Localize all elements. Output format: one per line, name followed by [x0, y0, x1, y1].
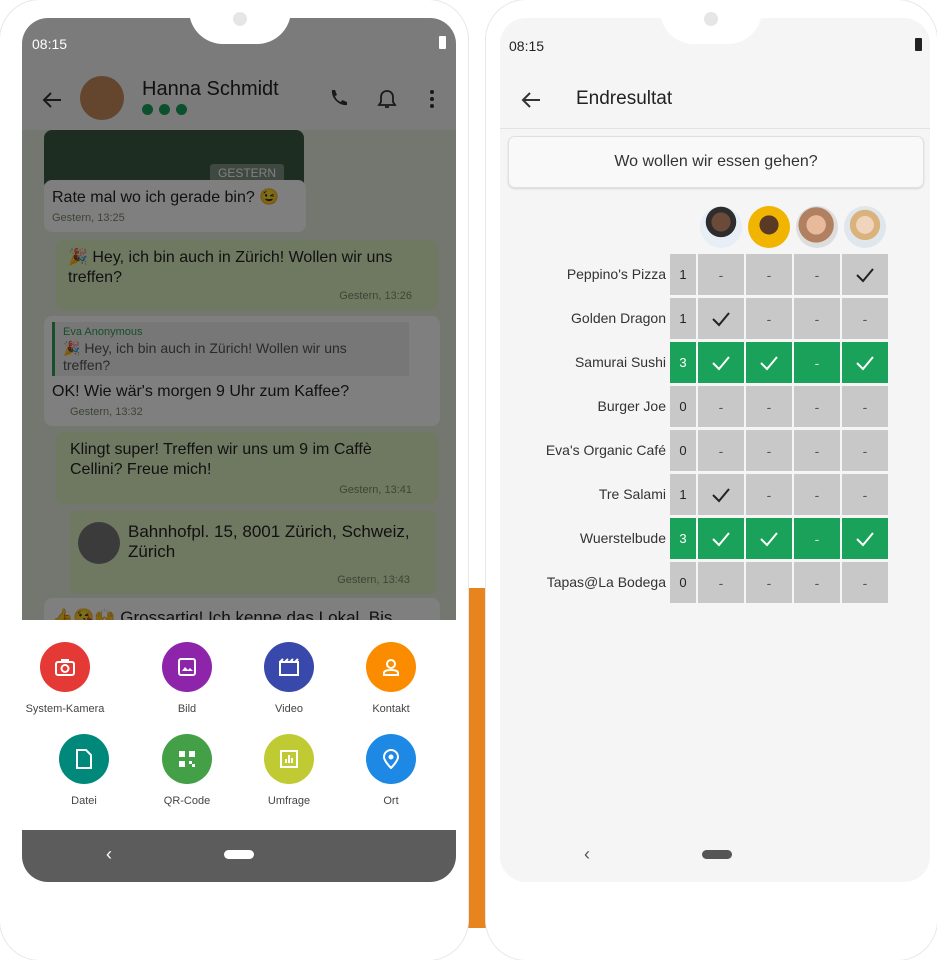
avatar[interactable] [700, 206, 742, 248]
vote-count: 0 [670, 430, 696, 471]
vote-empty-cell: - [746, 430, 792, 471]
attach-label: Ort [383, 795, 399, 807]
vote-check-icon [842, 254, 888, 295]
vote-check-icon [698, 518, 744, 559]
vote-count: 1 [670, 254, 696, 295]
video-icon [264, 642, 314, 692]
vote-empty-cell: - [794, 430, 840, 471]
vote-empty-cell: - [746, 254, 792, 295]
vote-empty-cell: - [842, 474, 888, 515]
vote-check-icon [698, 474, 744, 515]
vote-empty-cell: - [698, 254, 744, 295]
attach-label: QR-Code [163, 795, 211, 807]
vote-empty-cell: - [842, 386, 888, 427]
qr-code-icon [162, 734, 212, 784]
attach-image-button[interactable]: Bild [137, 642, 237, 715]
vote-empty-cell: - [842, 562, 888, 603]
system-nav-bar: ‹ [22, 830, 456, 882]
poll-icon [264, 734, 314, 784]
result-option-label: Samurai Sushi [574, 354, 666, 370]
file-icon [59, 734, 109, 784]
nav-back-icon[interactable]: ‹ [584, 844, 590, 865]
system-nav-bar: ‹ [500, 830, 930, 882]
camera-icon [40, 642, 90, 692]
vote-check-icon [842, 342, 888, 383]
camera-dot [233, 12, 247, 26]
back-arrow-icon[interactable] [518, 88, 544, 112]
left-phone-notch [189, 0, 291, 44]
vote-empty-cell: - [794, 254, 840, 295]
image-icon [162, 642, 212, 692]
vote-empty-cell: - [842, 430, 888, 471]
attach-contact-button[interactable]: Kontakt [341, 642, 441, 715]
vote-empty-cell: - [746, 474, 792, 515]
vote-empty-cell: - [842, 298, 888, 339]
nav-back-icon[interactable]: ‹ [106, 844, 112, 865]
avatar[interactable] [844, 206, 886, 248]
vote-empty-cell: - [698, 562, 744, 603]
vote-count: 0 [670, 562, 696, 603]
vote-empty-cell: - [698, 386, 744, 427]
vote-empty-cell: - [746, 298, 792, 339]
attach-label: Video [275, 703, 303, 715]
vote-empty-cell: - [746, 562, 792, 603]
result-option-label: Peppino's Pizza [566, 266, 666, 282]
battery-icon [439, 36, 446, 49]
vote-check-icon [698, 342, 744, 383]
vote-check-icon [842, 518, 888, 559]
vote-empty-cell: - [794, 342, 840, 383]
avatar[interactable] [748, 206, 790, 248]
vote-count: 3 [670, 342, 696, 383]
vote-count: 3 [670, 518, 696, 559]
attach-label: Bild [177, 703, 197, 715]
vote-check-icon [746, 518, 792, 559]
nav-home-pill[interactable] [702, 850, 732, 859]
vote-count: 1 [670, 474, 696, 515]
attach-label: Kontakt [372, 703, 410, 715]
attach-camera-button[interactable]: System-Kamera [22, 642, 115, 715]
attach-poll-button[interactable]: Umfrage [239, 734, 339, 807]
vote-empty-cell: - [794, 474, 840, 515]
avatar[interactable] [796, 206, 838, 248]
attachment-panel: System-Kamera Bild Video Kontakt Datei Q… [22, 620, 456, 830]
attach-video-button[interactable]: Video [239, 642, 339, 715]
vote-check-icon [746, 342, 792, 383]
nav-home-pill[interactable] [224, 850, 254, 859]
camera-dot [704, 12, 718, 26]
attach-label: Umfrage [267, 795, 311, 807]
app-bar: Endresultat [500, 76, 930, 129]
right-phone-notch [660, 0, 762, 44]
vote-count: 1 [670, 298, 696, 339]
result-option-label: Tre Salami [598, 486, 666, 502]
attach-label: System-Kamera [25, 703, 105, 715]
left-phone-screen: GESTERN Rate mal wo ich gerade bin? 😉 Ge… [22, 18, 456, 882]
poll-question: Wo wollen wir essen gehen? [508, 136, 924, 188]
modal-scrim[interactable] [22, 18, 456, 620]
page-title: Endresultat [576, 88, 673, 109]
vote-empty-cell: - [794, 518, 840, 559]
result-option-label: Golden Dragon [571, 310, 666, 326]
result-option-label: Wuerstelbude [579, 530, 666, 546]
attach-qr-code-button[interactable]: QR-Code [137, 734, 237, 807]
vote-empty-cell: - [794, 386, 840, 427]
attach-file-button[interactable]: Datei [34, 734, 134, 807]
contact-icon [366, 642, 416, 692]
vote-check-icon [698, 298, 744, 339]
vote-empty-cell: - [794, 298, 840, 339]
result-option-label: Eva's Organic Café [545, 442, 666, 458]
result-option-label: Burger Joe [597, 398, 666, 414]
attach-label: Datei [71, 795, 97, 807]
location-icon [366, 734, 416, 784]
result-option-label: Tapas@La Bodega [546, 574, 666, 590]
status-time: 08:15 [32, 36, 68, 52]
vote-count: 0 [670, 386, 696, 427]
status-time: 08:15 [509, 38, 545, 54]
vote-empty-cell: - [698, 430, 744, 471]
vote-empty-cell: - [794, 562, 840, 603]
attach-location-button[interactable]: Ort [341, 734, 441, 807]
right-phone-screen: 08:15 Endresultat Wo wollen wir essen ge… [500, 18, 930, 882]
battery-icon [915, 38, 922, 51]
vote-empty-cell: - [746, 386, 792, 427]
